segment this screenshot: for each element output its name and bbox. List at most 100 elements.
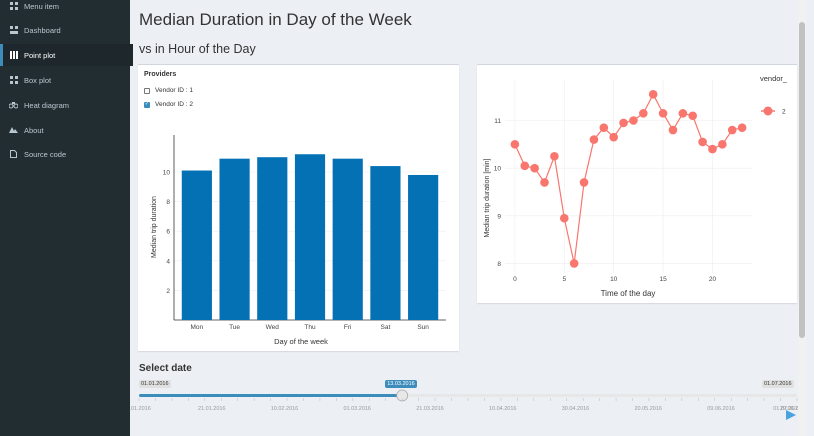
data-point[interactable] bbox=[708, 144, 717, 154]
legend-item[interactable]: 2 bbox=[761, 106, 786, 116]
bar[interactable] bbox=[408, 174, 439, 320]
bar[interactable] bbox=[181, 170, 212, 320]
x-tick-label: 0 bbox=[513, 276, 517, 283]
legend-label: 2 bbox=[782, 109, 786, 116]
y-tick-label: 10 bbox=[163, 170, 171, 177]
sidebar-item-point-plot[interactable]: Point plot bbox=[0, 44, 133, 66]
bar-chart-ylabel: Median trip duration bbox=[151, 196, 158, 258]
data-point[interactable] bbox=[589, 135, 599, 144]
x-tick-label: 15 bbox=[659, 276, 667, 283]
date-value-badge: 13.03.2016 bbox=[385, 380, 417, 388]
sidebar-item-label: Point plot bbox=[24, 50, 56, 60]
slider-tick-label: 30.04.2016 bbox=[562, 406, 590, 412]
grid-icon bbox=[9, 2, 18, 11]
x-tick-label: Mon bbox=[191, 324, 204, 331]
data-point[interactable] bbox=[718, 140, 727, 149]
line-chart-panel: Median trip duration [min] Time of the d… bbox=[477, 64, 797, 303]
heat-icon bbox=[9, 101, 18, 110]
date-slider-title: Select date bbox=[139, 363, 192, 374]
y-tick-label: 10 bbox=[494, 166, 502, 173]
page-scrollbar[interactable] bbox=[798, 0, 806, 436]
about-icon bbox=[9, 126, 18, 135]
main-content: Median Duration in Day of the Week vs in… bbox=[130, 0, 806, 436]
sidebar-item-menu-item[interactable]: Menu item bbox=[0, 0, 130, 17]
y-tick-label: 6 bbox=[166, 229, 170, 236]
data-point[interactable] bbox=[569, 259, 579, 268]
sidebar-item-label: Dashboard bbox=[24, 25, 61, 35]
data-point[interactable] bbox=[727, 125, 737, 135]
line-chart-ylabel: Median trip duration [min] bbox=[484, 158, 491, 237]
scrollbar-thumb[interactable] bbox=[799, 22, 805, 338]
data-point[interactable] bbox=[698, 137, 707, 147]
y-tick-label: 9 bbox=[497, 213, 501, 220]
x-tick-label: 20 bbox=[709, 276, 717, 283]
dashboard-icon bbox=[9, 26, 18, 35]
grid-icon bbox=[9, 51, 18, 60]
data-point[interactable] bbox=[550, 151, 559, 161]
bar[interactable] bbox=[332, 158, 363, 320]
data-point[interactable] bbox=[579, 178, 589, 187]
sidebar: Menu item Dashboard Point plot Box plot … bbox=[0, 0, 133, 436]
x-tick-label: Fri bbox=[344, 324, 352, 331]
data-point[interactable] bbox=[609, 132, 618, 142]
data-point[interactable] bbox=[510, 140, 520, 149]
legend-title: vendor_ bbox=[760, 74, 788, 83]
bar-chart-xlabel: Day of the week bbox=[274, 337, 328, 346]
data-point[interactable] bbox=[530, 163, 539, 173]
slider-tick-label: 01.07.2016 bbox=[773, 406, 801, 412]
data-point[interactable] bbox=[737, 123, 747, 132]
bar[interactable] bbox=[294, 154, 326, 320]
slider-tick-label: 10.04.2016 bbox=[489, 406, 517, 412]
date-max-badge: 01.07.2016 bbox=[762, 380, 794, 388]
date-slider[interactable]: 01.01.2016 21.01.2016 10.02.2016 01.03.2016… bbox=[130, 389, 806, 434]
bar[interactable] bbox=[257, 157, 288, 320]
sidebar-item-dashboard[interactable]: Dashboard bbox=[0, 19, 130, 41]
data-point[interactable] bbox=[688, 111, 698, 121]
data-point[interactable] bbox=[658, 109, 668, 118]
y-tick-label: 11 bbox=[494, 118, 501, 125]
slider-tick-label: 10.02.2016 bbox=[271, 406, 299, 412]
grid-icon bbox=[9, 76, 18, 85]
file-icon bbox=[9, 150, 18, 159]
date-min-badge: 01.01.2016 bbox=[139, 380, 171, 388]
data-point[interactable] bbox=[648, 89, 658, 99]
sidebar-item-label: Box plot bbox=[24, 75, 52, 85]
sidebar-item-label: Heat diagram bbox=[24, 100, 70, 110]
bar-chart: Median trip duration Day of the week 2 4 6… bbox=[151, 135, 446, 346]
x-tick-label: Tue bbox=[229, 324, 240, 331]
data-point[interactable] bbox=[619, 118, 628, 128]
data-point[interactable] bbox=[599, 123, 609, 132]
sidebar-item-source-code[interactable]: Source code bbox=[0, 143, 130, 165]
slider-tick-label: 01.01.2016 bbox=[130, 406, 151, 412]
data-point[interactable] bbox=[629, 116, 638, 125]
data-point[interactable] bbox=[540, 178, 549, 187]
y-tick-label: 8 bbox=[497, 261, 501, 268]
sidebar-item-about[interactable]: About bbox=[0, 119, 130, 141]
series-line bbox=[514, 92, 743, 264]
y-tick-label: 4 bbox=[166, 258, 170, 265]
page-subtitle: vs in Hour of the Day bbox=[139, 42, 256, 56]
slider-tick-label: 21.01.2016 bbox=[198, 406, 226, 412]
data-point[interactable] bbox=[668, 125, 678, 135]
data-point[interactable] bbox=[520, 161, 530, 171]
x-tick-label: Thu bbox=[304, 324, 316, 331]
slider-tick-label: 01.03.2016 bbox=[343, 406, 371, 412]
line-chart-xlabel: Time of the day bbox=[601, 289, 656, 298]
slider-tick-label: 21.03.2016 bbox=[416, 406, 444, 412]
bar[interactable] bbox=[219, 158, 250, 320]
bar[interactable] bbox=[370, 166, 401, 320]
y-tick-label: 2 bbox=[166, 288, 170, 295]
bar-chart-panel: Providers Vendor ID : 1 ✓ Vendor ID : 2 … bbox=[138, 64, 459, 351]
line-chart: Median trip duration [min] Time of the d… bbox=[484, 74, 788, 298]
data-point[interactable] bbox=[559, 213, 569, 223]
legend-marker bbox=[763, 106, 773, 116]
data-point[interactable] bbox=[639, 109, 648, 118]
sidebar-item-box-plot[interactable]: Box plot bbox=[0, 69, 130, 91]
sidebar-item-heat-diagram[interactable]: Heat diagram bbox=[0, 94, 130, 116]
slider-fill bbox=[139, 394, 403, 397]
page-title: Median Duration in Day of the Week bbox=[139, 10, 412, 29]
x-tick-label: Sat bbox=[381, 324, 391, 331]
x-tick-label: Sun bbox=[417, 324, 429, 331]
data-point[interactable] bbox=[678, 109, 688, 118]
x-tick-label: 5 bbox=[562, 276, 566, 283]
